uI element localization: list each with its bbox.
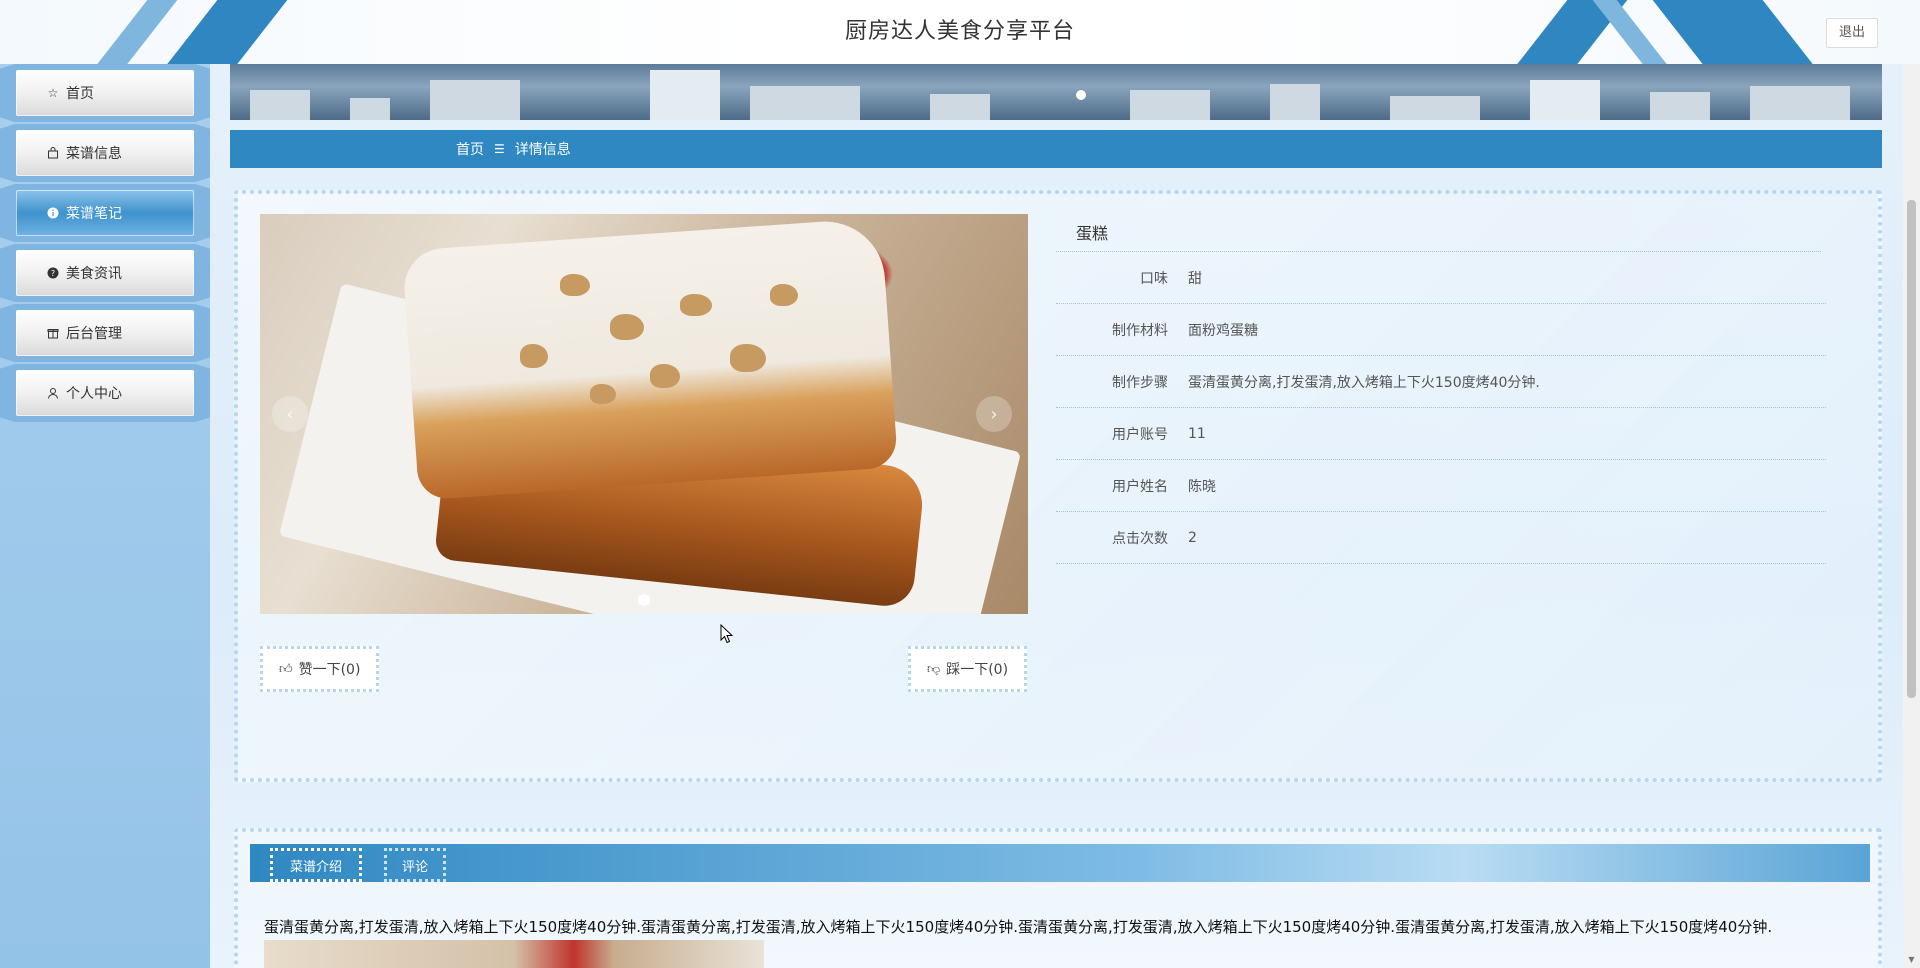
recipe-intro-text: 蛋清蛋黄分离,打发蛋清,放入烤箱上下火150度烤40分钟.蛋清蛋黄分离,打发蛋清… bbox=[264, 918, 1773, 936]
sidebar: ☆ 首页 菜谱信息 菜谱笔记 ? 美食资讯 后台管理 个人中心 bbox=[0, 64, 210, 968]
user-icon bbox=[46, 386, 60, 400]
recipe-name: 蛋糕 bbox=[1056, 216, 1821, 252]
dislike-button[interactable]: 👎︎ 踩一下(0) bbox=[908, 646, 1028, 692]
carousel-next-button[interactable]: › bbox=[976, 396, 1012, 432]
pastry-image bbox=[401, 217, 899, 501]
breadcrumb-current: 详情信息 bbox=[514, 142, 571, 158]
detail-panel: ‹ › 👍︎ 赞一下(0) 👎︎ 踩一下(0) 蛋糕 口味 甜 制作材料 面粉鸡… bbox=[234, 190, 1882, 782]
scroll-down-icon[interactable]: ▼ bbox=[1903, 951, 1920, 968]
info-label: 用户姓名 bbox=[1112, 478, 1168, 495]
sidebar-item-label: 美食资讯 bbox=[66, 266, 122, 282]
sidebar-item-recipe-notes[interactable]: 菜谱笔记 bbox=[0, 184, 210, 242]
info-row: 制作步骤 蛋清蛋黄分离,打发蛋清,放入烤箱上下火150度烤40分钟. bbox=[1056, 356, 1826, 408]
info-label: 制作材料 bbox=[1112, 322, 1168, 339]
breadcrumb-home-link[interactable]: 首页 bbox=[456, 139, 484, 159]
info-row: 制作材料 面粉鸡蛋糖 bbox=[1056, 304, 1826, 356]
thumbs-up-icon: 👍︎ bbox=[279, 661, 293, 677]
gift-box-icon bbox=[46, 326, 60, 340]
info-value: 2 bbox=[1188, 529, 1197, 546]
tab-recipe-intro[interactable]: 菜谱介绍 bbox=[270, 848, 362, 882]
page-scrollbar[interactable]: ▲ ▼ bbox=[1903, 0, 1920, 968]
thumbs-down-icon: 👎︎ bbox=[927, 661, 941, 677]
breadcrumb-separator-icon: ☰ bbox=[494, 142, 505, 156]
question-circle-icon: ? bbox=[46, 266, 60, 280]
mouse-cursor-icon bbox=[720, 624, 734, 644]
info-label: 口味 bbox=[1140, 270, 1168, 287]
star-icon: ☆ bbox=[47, 86, 59, 100]
scrollbar-thumb[interactable] bbox=[1907, 200, 1916, 698]
sidebar-item-admin[interactable]: 后台管理 bbox=[0, 304, 210, 362]
sidebar-item-label: 菜谱信息 bbox=[66, 146, 122, 162]
info-label: 用户账号 bbox=[1112, 426, 1168, 443]
info-row: 口味 甜 bbox=[1056, 252, 1826, 304]
image-carousel[interactable]: ‹ › bbox=[260, 214, 1028, 614]
sidebar-item-recipes[interactable]: 菜谱信息 bbox=[0, 124, 210, 182]
info-label: 点击次数 bbox=[1112, 530, 1168, 547]
banner-indicator[interactable] bbox=[1076, 90, 1086, 100]
sidebar-item-label: 个人中心 bbox=[66, 386, 122, 402]
tab-comments[interactable]: 评论 bbox=[384, 848, 446, 882]
sidebar-item-home[interactable]: ☆ 首页 bbox=[0, 64, 210, 122]
info-value: 甜 bbox=[1188, 270, 1202, 287]
info-row: 用户账号 11 bbox=[1056, 408, 1826, 460]
sidebar-item-label: 后台管理 bbox=[66, 326, 122, 342]
info-value: 面粉鸡蛋糖 bbox=[1188, 322, 1258, 339]
breadcrumb: 首页 ☰ 详情信息 bbox=[230, 130, 1882, 168]
logout-button[interactable]: 退出 bbox=[1826, 18, 1878, 48]
sidebar-item-food-news[interactable]: ? 美食资讯 bbox=[0, 244, 210, 302]
tabs-section: 菜谱介绍 评论 蛋清蛋黄分离,打发蛋清,放入烤箱上下火150度烤40分钟.蛋清蛋… bbox=[234, 828, 1882, 968]
sidebar-item-label: 首页 bbox=[66, 86, 94, 102]
recipe-info: 蛋糕 口味 甜 制作材料 面粉鸡蛋糖 制作步骤 蛋清蛋黄分离,打发蛋清,放入烤箱… bbox=[1056, 216, 1826, 564]
info-value: 陈晓 bbox=[1188, 478, 1216, 495]
like-button[interactable]: 👍︎ 赞一下(0) bbox=[260, 646, 380, 692]
info-row: 点击次数 2 bbox=[1056, 512, 1826, 564]
sidebar-item-profile[interactable]: 个人中心 bbox=[0, 364, 210, 422]
sidebar-item-label: 菜谱笔记 bbox=[66, 206, 122, 222]
site-title: 厨房达人美食分享平台 bbox=[844, 19, 1075, 44]
info-value: 11 bbox=[1188, 425, 1206, 442]
top-header: 厨房达人美食分享平台 退出 bbox=[0, 0, 1920, 64]
info-row: 用户姓名 陈晓 bbox=[1056, 460, 1826, 512]
info-value: 蛋清蛋黄分离,打发蛋清,放入烤箱上下火150度烤40分钟. bbox=[1188, 374, 1540, 391]
tab-bar: 菜谱介绍 评论 bbox=[250, 844, 1870, 882]
recipe-intro-image bbox=[264, 940, 764, 968]
bag-icon bbox=[46, 146, 60, 160]
svg-text:?: ? bbox=[51, 269, 55, 278]
carousel-prev-button[interactable]: ‹ bbox=[272, 396, 308, 432]
banner-image bbox=[230, 64, 1882, 120]
info-label: 制作步骤 bbox=[1112, 374, 1168, 391]
carousel-indicator[interactable] bbox=[638, 594, 650, 606]
info-circle-icon bbox=[46, 206, 60, 220]
